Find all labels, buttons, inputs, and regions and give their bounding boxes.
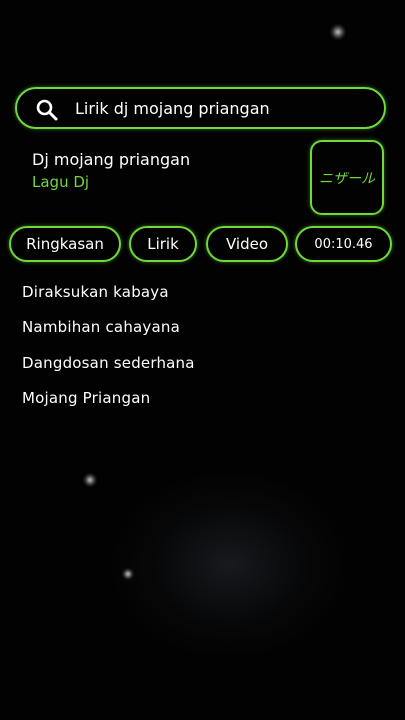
lyric-line: Nambihan cahayana xyxy=(22,318,180,336)
sparkle-decoration xyxy=(83,473,97,487)
timer-badge[interactable]: 00:10.46 xyxy=(295,226,392,262)
search-query[interactable]: Lirik dj mojang priangan xyxy=(75,99,270,118)
thumbnail-label: ニザール xyxy=(319,170,375,187)
tab-ringkasan[interactable]: Ringkasan xyxy=(9,226,121,262)
background-glow xyxy=(110,470,350,660)
song-subtitle: Lagu Dj xyxy=(32,173,90,191)
sparkle-decoration xyxy=(330,24,346,40)
thumbnail-button[interactable]: ニザール xyxy=(310,140,384,215)
search-icon xyxy=(35,98,59,122)
lyric-line: Mojang Priangan xyxy=(22,389,151,407)
sparkle-decoration xyxy=(122,568,134,580)
search-bar[interactable]: Lirik dj mojang priangan xyxy=(15,87,386,129)
lyric-line: Diraksukan kabaya xyxy=(22,283,169,301)
lyric-line: Dangdosan sederhana xyxy=(22,354,195,372)
song-title: Dj mojang priangan xyxy=(32,150,191,169)
tab-lirik[interactable]: Lirik xyxy=(129,226,197,262)
tab-video[interactable]: Video xyxy=(206,226,288,262)
